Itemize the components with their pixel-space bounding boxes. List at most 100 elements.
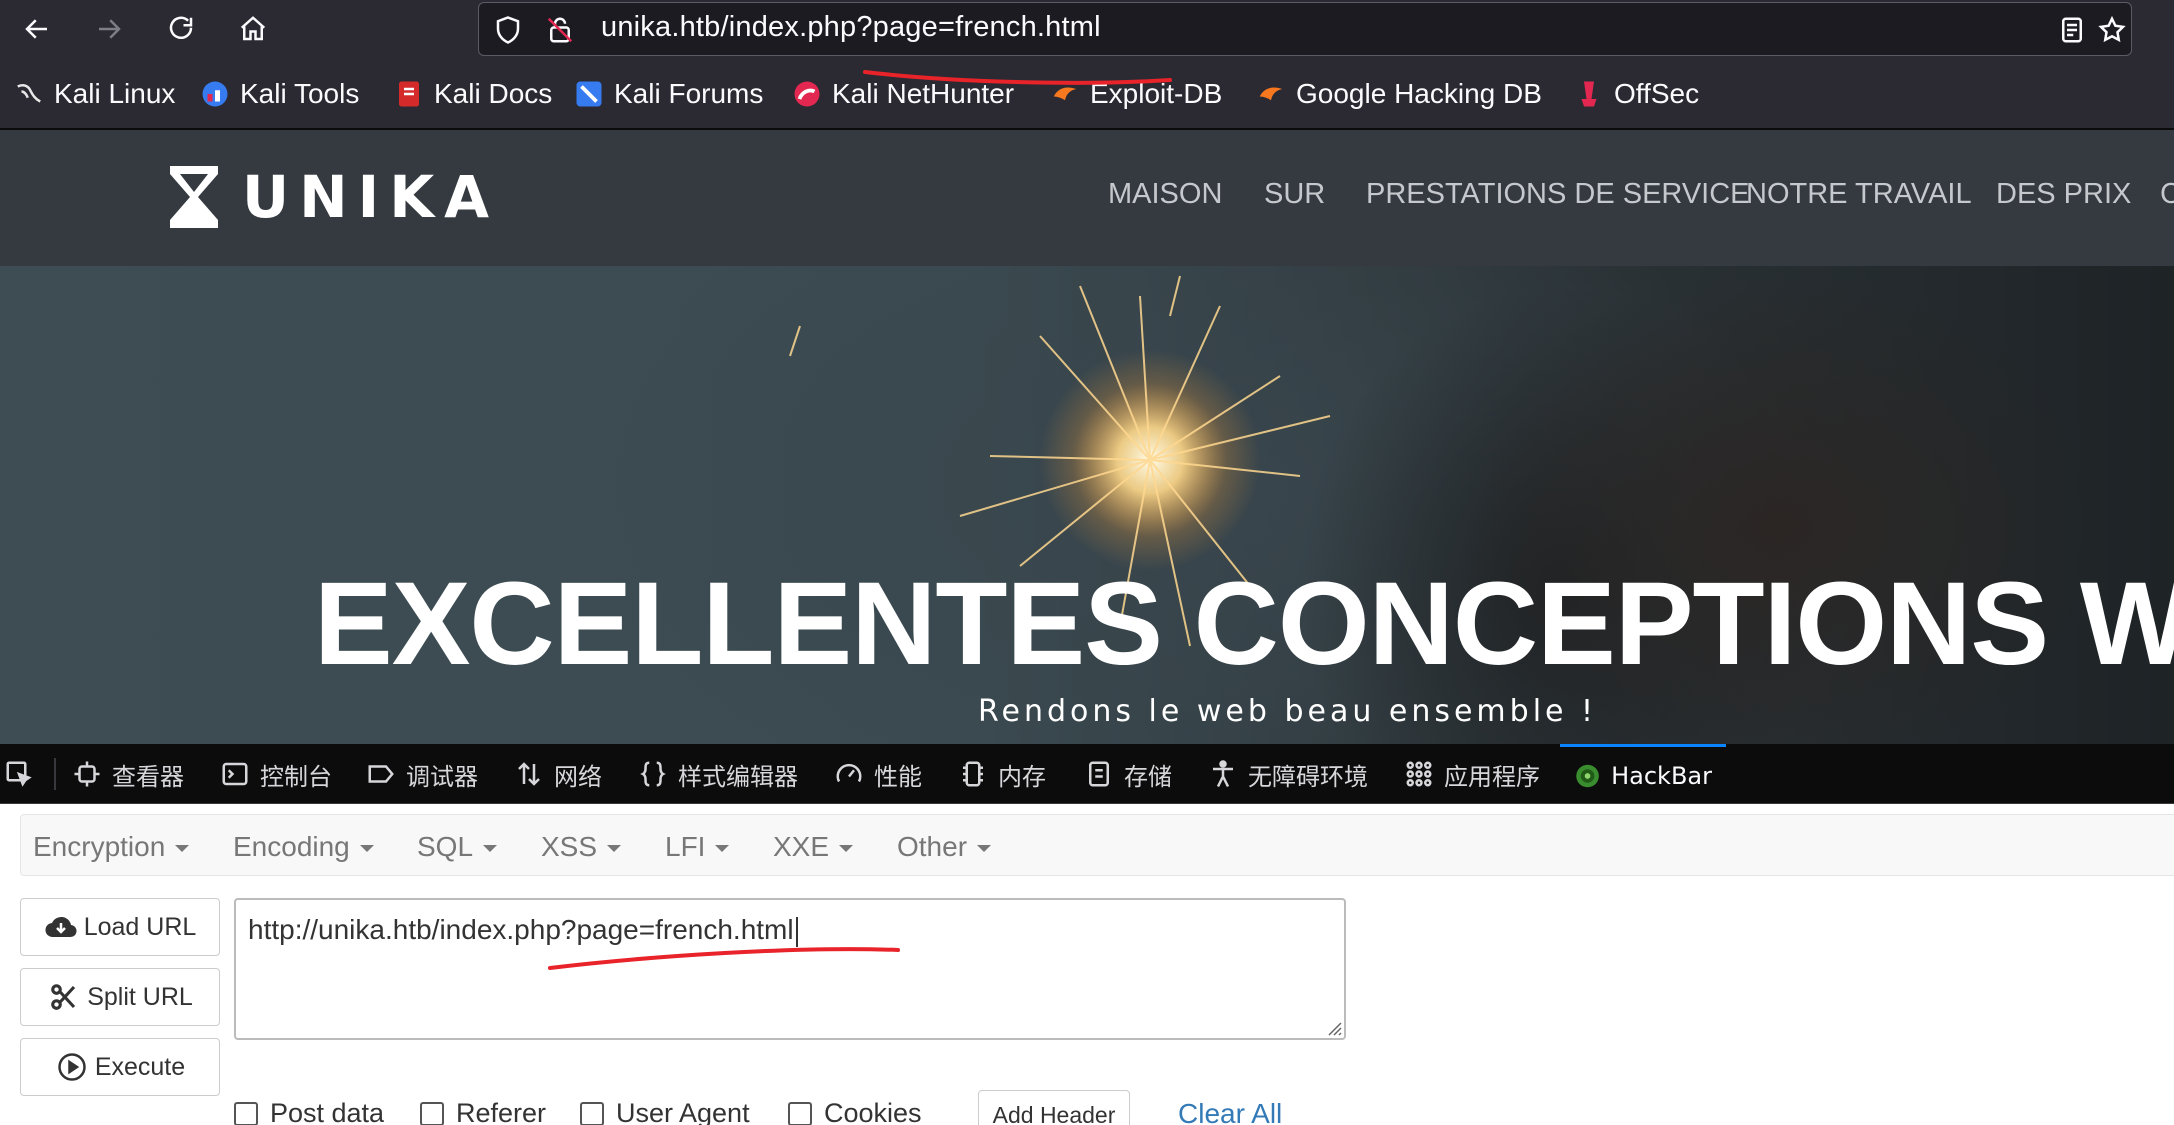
forward-button[interactable] xyxy=(86,6,132,52)
tab-debugger[interactable]: 调试器 xyxy=(366,744,478,804)
url-text[interactable]: unika.htb/index.php?page=french.html xyxy=(601,11,1101,44)
menu-item-prestations[interactable]: PRESTATIONS DE SERVICE xyxy=(1366,178,1750,211)
tab-application[interactable]: 应用程序 xyxy=(1404,744,1540,804)
checkbox-label: User Agent xyxy=(616,1098,750,1125)
reload-button[interactable] xyxy=(158,6,204,52)
url-textarea[interactable]: http://unika.htb/index.php?page=french.h… xyxy=(234,898,1346,1040)
kali-forums-icon xyxy=(576,81,602,107)
menu-encoding[interactable]: Encoding xyxy=(233,831,374,863)
tab-network[interactable]: 网络 xyxy=(514,744,602,804)
site-logo[interactable]: UNIKA xyxy=(168,163,500,231)
referer-checkbox[interactable]: Referer xyxy=(420,1098,546,1125)
caret-down-icon xyxy=(483,845,498,853)
bookmark-label: OffSec xyxy=(1614,78,1700,109)
split-url-button[interactable]: Split URL xyxy=(20,968,220,1026)
checkbox-label: Referer xyxy=(456,1098,547,1125)
tab-storage[interactable]: 存储 xyxy=(1084,744,1172,804)
menu-item-maison[interactable]: MAISON xyxy=(1108,178,1222,211)
scissors-icon xyxy=(51,984,76,1010)
bookmark-google-hacking-db[interactable]: Google Hacking DB xyxy=(1256,76,1542,112)
menu-label: Other xyxy=(897,831,968,862)
menu-label: Encryption xyxy=(33,831,166,862)
clear-all-link[interactable]: Clear All xyxy=(1178,1098,1282,1125)
menu-label: XXE xyxy=(773,831,830,862)
url-textarea-value[interactable]: http://unika.htb/index.php?page=french.h… xyxy=(248,914,798,947)
hackbar-menu: Encryption Encoding SQL XSS LFI XXE Othe… xyxy=(20,814,2174,876)
reader-view-icon[interactable] xyxy=(2057,15,2087,45)
bookmark-label: Google Hacking DB xyxy=(1296,78,1542,109)
bookmark-kali-tools[interactable]: Kali Tools xyxy=(200,76,359,112)
bookmark-kali-linux[interactable]: Kali Linux xyxy=(14,76,175,112)
tab-label: 网络 xyxy=(554,762,602,791)
resize-grip-icon[interactable] xyxy=(1324,1018,1342,1036)
button-label: Split URL xyxy=(87,982,193,1011)
tab-label: 存储 xyxy=(1124,762,1172,791)
hero-subtitle: Rendons le web beau ensemble ! xyxy=(978,694,1598,729)
arrow-right-icon xyxy=(99,19,121,39)
element-picker-button[interactable] xyxy=(4,744,44,804)
insecure-lock-icon[interactable] xyxy=(545,15,575,45)
debugger-icon xyxy=(368,765,394,783)
execute-button[interactable]: Execute xyxy=(20,1038,220,1096)
cookies-checkbox[interactable]: Cookies xyxy=(788,1098,922,1125)
menu-xss[interactable]: XSS xyxy=(541,831,622,863)
play-circle-icon xyxy=(58,1053,86,1081)
user-agent-checkbox[interactable]: User Agent xyxy=(580,1098,750,1125)
exploit-db-icon xyxy=(1053,87,1077,101)
back-button[interactable] xyxy=(14,6,60,52)
menu-item-sur[interactable]: SUR xyxy=(1264,178,1325,211)
navigation-toolbar: unika.htb/index.php?page=french.html xyxy=(0,0,2174,58)
bookmark-kali-docs[interactable]: Kali Docs xyxy=(394,76,552,112)
bookmark-kali-forums[interactable]: Kali Forums xyxy=(574,76,763,112)
hackbar-icon xyxy=(1576,764,1599,787)
tab-label: 样式编辑器 xyxy=(678,762,798,791)
checkbox-box[interactable] xyxy=(234,1101,258,1125)
checkbox-box[interactable] xyxy=(788,1101,812,1125)
add-header-button[interactable]: Add Header xyxy=(978,1090,1130,1125)
bookmark-label: Kali Tools xyxy=(240,78,360,109)
logo-text: UNIKA xyxy=(242,163,500,231)
menu-item-des-prix[interactable]: DES PRIX xyxy=(1996,178,2131,211)
menu-item-contact[interactable]: C xyxy=(2160,178,2174,211)
kali-dragon-icon xyxy=(17,84,41,103)
tab-accessibility[interactable]: 无障碍环境 xyxy=(1208,744,1368,804)
tracking-shield-icon[interactable] xyxy=(493,15,523,45)
load-url-button[interactable]: Load URL xyxy=(20,898,220,956)
bookmark-kali-nethunter[interactable]: Kali NetHunter xyxy=(792,76,1014,112)
bookmark-exploit-db[interactable]: Exploit-DB xyxy=(1050,76,1222,112)
inspector-icon xyxy=(74,761,100,787)
tab-label: 查看器 xyxy=(112,762,184,791)
kali-tools-icon xyxy=(202,81,228,107)
menu-item-notre-travail[interactable]: NOTRE TRAVAIL xyxy=(1746,178,1972,211)
bookmark-offsec[interactable]: OffSec xyxy=(1574,76,1699,112)
browser-window: unika.htb/index.php?page=french.html Kal… xyxy=(0,0,2174,1125)
checkbox-box[interactable] xyxy=(580,1101,604,1125)
caret-down-icon xyxy=(359,845,374,853)
home-button[interactable] xyxy=(230,6,276,52)
post-data-checkbox[interactable]: Post data xyxy=(234,1098,384,1125)
menu-encryption[interactable]: Encryption xyxy=(33,831,190,863)
tab-style-editor[interactable]: 样式编辑器 xyxy=(638,744,798,804)
menu-label: XSS xyxy=(541,831,598,862)
menu-label: LFI xyxy=(665,831,706,862)
tab-hackbar[interactable]: HackBar xyxy=(1560,744,1726,804)
url-bar[interactable]: unika.htb/index.php?page=french.html xyxy=(478,2,2132,56)
tab-performance[interactable]: 性能 xyxy=(834,744,922,804)
menu-sql[interactable]: SQL xyxy=(417,831,498,863)
menu-other[interactable]: Other xyxy=(897,831,992,863)
site-header: UNIKA MAISON SUR PRESTATIONS DE SERVICE … xyxy=(0,130,2174,266)
tab-console[interactable]: 控制台 xyxy=(220,744,332,804)
cloud-download-icon xyxy=(45,916,77,938)
offsec-icon xyxy=(1581,81,1597,107)
bookmarks-toolbar: Kali Linux Kali Tools Kali Docs Kali For… xyxy=(0,58,2174,130)
tab-memory[interactable]: 内存 xyxy=(958,744,1046,804)
bookmark-star-icon[interactable] xyxy=(2097,15,2127,45)
menu-lfi[interactable]: LFI xyxy=(665,831,730,863)
bookmark-label: Exploit-DB xyxy=(1090,78,1223,109)
memory-chip-icon xyxy=(963,761,983,787)
checkbox-box[interactable] xyxy=(420,1101,444,1125)
text-cursor xyxy=(795,916,798,947)
tab-inspector[interactable]: 查看器 xyxy=(72,744,184,804)
hero-banner: EXCELLENTES CONCEPTIONS WEB Rendons le w… xyxy=(0,266,2174,744)
menu-xxe[interactable]: XXE xyxy=(773,831,854,863)
